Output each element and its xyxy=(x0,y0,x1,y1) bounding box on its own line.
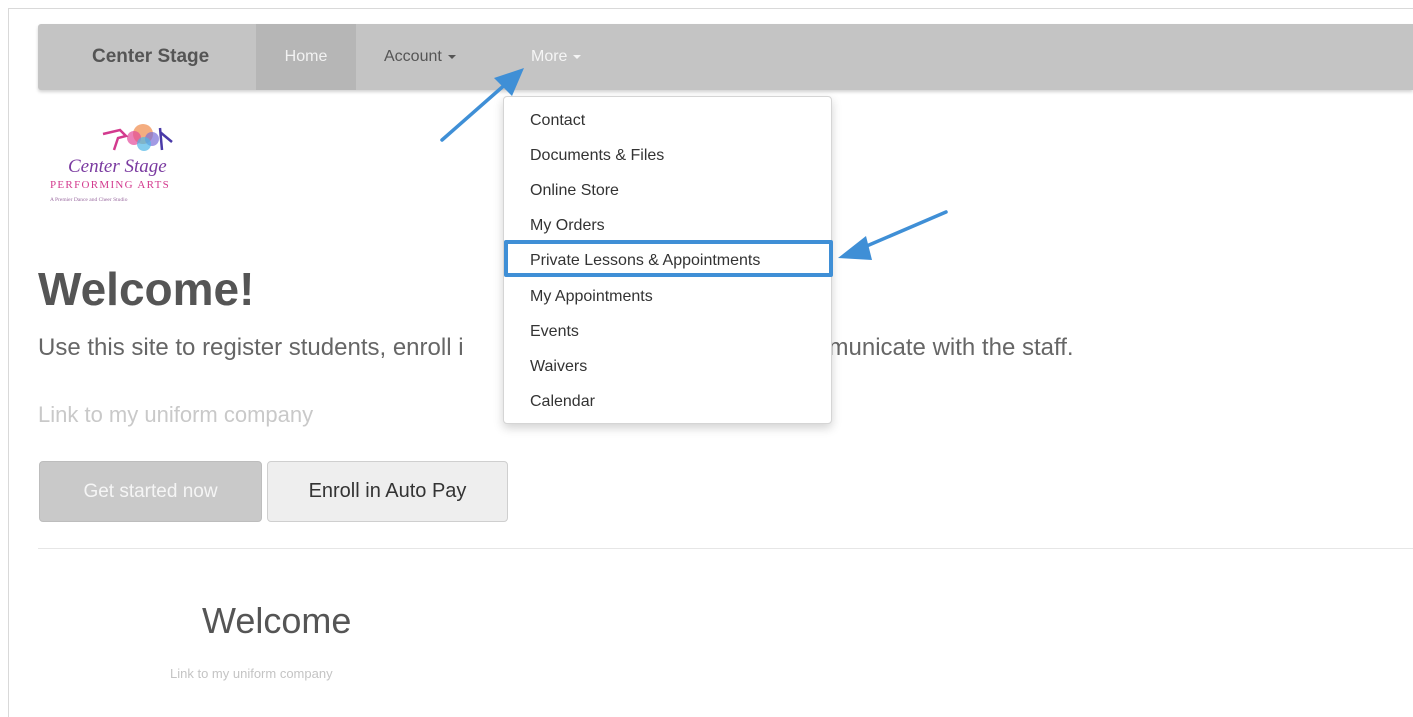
nav-home[interactable]: Home xyxy=(256,24,356,90)
chevron-down-icon xyxy=(447,54,456,59)
hero-description-left: Use this site to register students, enro… xyxy=(38,334,464,361)
logo-wordmark: Center Stage xyxy=(68,156,167,177)
nav-account-label: Account xyxy=(384,48,442,65)
menu-item-online-store[interactable]: Online Store xyxy=(530,182,619,200)
dancer-silhouette-icon xyxy=(102,124,173,151)
uniform-company-link-secondary[interactable]: Link to my uniform company xyxy=(170,666,333,681)
brand-link[interactable]: Center Stage xyxy=(92,46,209,68)
nav-more-label: More xyxy=(531,48,568,65)
section-title: Welcome xyxy=(202,600,352,641)
page-title: Welcome! xyxy=(38,263,255,315)
menu-item-waivers[interactable]: Waivers xyxy=(530,358,587,376)
menu-item-calendar[interactable]: Calendar xyxy=(530,393,595,411)
enroll-auto-pay-button[interactable]: Enroll in Auto Pay xyxy=(267,461,508,522)
nav-account-dropdown[interactable]: Account xyxy=(384,48,456,66)
nav-home-label: Home xyxy=(284,48,328,65)
annotation-highlight-box xyxy=(504,240,833,277)
get-started-button[interactable]: Get started now xyxy=(39,461,262,522)
studio-logo[interactable]: Center Stage PERFORMING ARTS A Premier D… xyxy=(48,120,238,210)
nav-more-dropdown[interactable]: More xyxy=(531,48,582,66)
menu-item-my-appointments[interactable]: My Appointments xyxy=(530,288,653,306)
menu-item-contact[interactable]: Contact xyxy=(530,112,585,130)
get-started-label: Get started now xyxy=(83,480,218,502)
uniform-company-link[interactable]: Link to my uniform company xyxy=(38,402,313,428)
logo-subtitle: PERFORMING ARTS xyxy=(50,179,170,191)
menu-item-events[interactable]: Events xyxy=(530,323,579,341)
section-divider xyxy=(38,548,1413,549)
enroll-auto-pay-label: Enroll in Auto Pay xyxy=(308,480,467,502)
menu-item-my-orders[interactable]: My Orders xyxy=(530,217,605,235)
menu-item-documents-files[interactable]: Documents & Files xyxy=(530,147,664,165)
hero-description-right: mmunicate with the staff. xyxy=(808,334,1074,361)
logo-tagline: A Premier Dance and Cheer Studio xyxy=(50,197,128,203)
top-navbar: Center Stage Home Account More xyxy=(38,24,1413,90)
chevron-down-icon xyxy=(573,54,582,59)
